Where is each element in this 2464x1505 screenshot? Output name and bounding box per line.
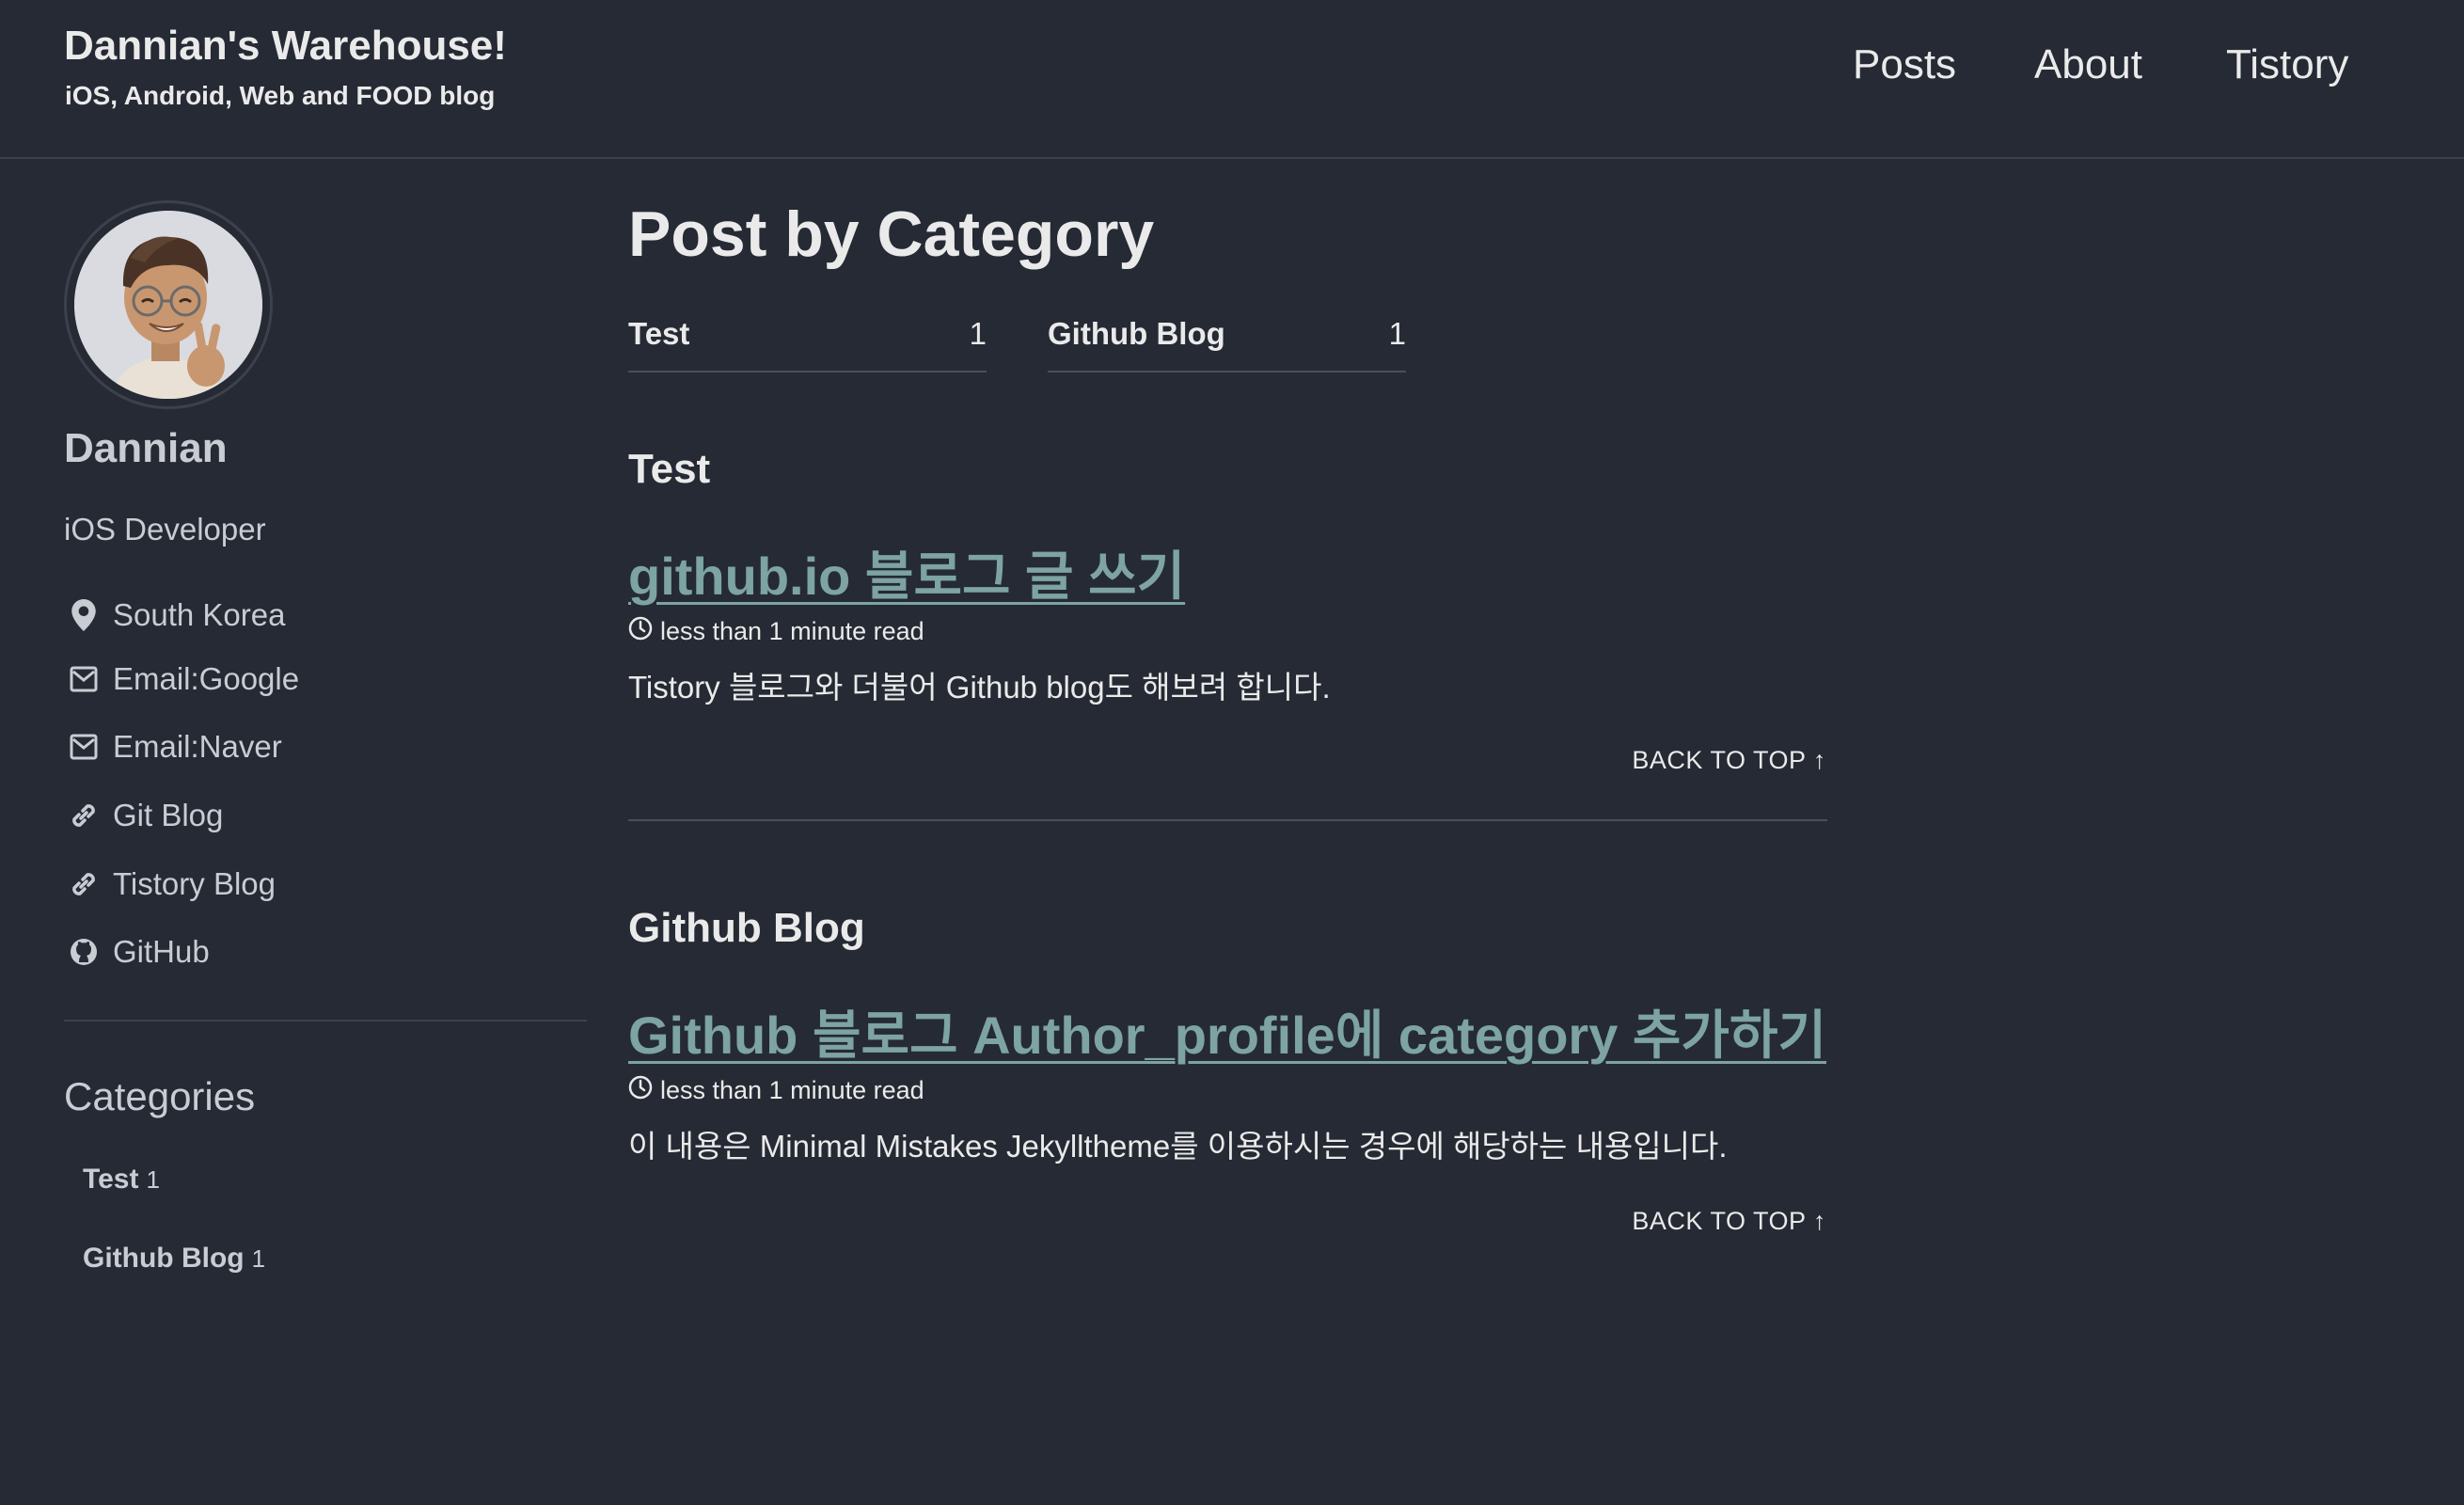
post-meta: less than 1 minute read bbox=[628, 1075, 924, 1106]
post-excerpt: 이 내용은 Minimal Mistakes Jekylltheme를 이용하시… bbox=[628, 1129, 1728, 1164]
github-icon bbox=[66, 934, 102, 970]
avatar bbox=[64, 200, 273, 409]
author-location: South Korea bbox=[66, 594, 285, 636]
taxonomy-count: 1 bbox=[1388, 316, 1406, 351]
author-link-email-naver[interactable]: Email:Naver bbox=[66, 726, 282, 768]
clock-icon bbox=[628, 616, 653, 647]
author-link-tistory-blog[interactable]: Tistory Blog bbox=[66, 863, 276, 905]
memoji-avatar-icon bbox=[74, 211, 262, 399]
sidebar-divider bbox=[64, 1020, 587, 1022]
nav-tistory[interactable]: Tistory bbox=[2226, 41, 2348, 88]
page-title: Post by Category bbox=[628, 198, 1155, 270]
author-link-label: GitHub bbox=[113, 934, 210, 969]
site-subtitle: iOS, Android, Web and FOOD blog bbox=[65, 81, 496, 110]
category-name: Test bbox=[83, 1164, 139, 1195]
taxonomy-name: Github Blog bbox=[1048, 316, 1225, 351]
author-link-git-blog[interactable]: Git Blog bbox=[66, 795, 223, 836]
nav-posts[interactable]: Posts bbox=[1853, 41, 1956, 88]
post-title-link[interactable]: Github 블로그 Author_profile에 category 추가하기 bbox=[628, 993, 1826, 1069]
location-pin-icon bbox=[66, 597, 102, 633]
sidebar-category-github-blog[interactable]: Github Blog 1 bbox=[83, 1243, 265, 1275]
author-link-label: Email:Google bbox=[113, 661, 300, 696]
avatar-image bbox=[74, 211, 262, 399]
author-link-email-google[interactable]: Email:Google bbox=[66, 658, 299, 700]
sidebar-category-test[interactable]: Test 1 bbox=[83, 1164, 160, 1196]
author-link-label: Tistory Blog bbox=[113, 866, 276, 901]
taxonomy-count: 1 bbox=[969, 316, 987, 351]
taxonomy-item-test[interactable]: Test 1 bbox=[628, 316, 987, 372]
back-to-top-link[interactable]: BACK TO TOP ↑ bbox=[1632, 746, 1826, 775]
read-time: less than 1 minute read bbox=[660, 1076, 924, 1104]
masthead: Dannian's Warehouse! iOS, Android, Web a… bbox=[0, 0, 2464, 159]
author-name: Dannian bbox=[64, 425, 228, 471]
email-icon bbox=[66, 661, 102, 697]
read-time: less than 1 minute read bbox=[660, 617, 924, 645]
post-excerpt: Tistory 블로그와 더불어 Github blog도 해보려 합니다. bbox=[628, 670, 1331, 705]
clock-icon bbox=[628, 1075, 653, 1106]
taxonomy-name: Test bbox=[628, 316, 690, 351]
email-icon bbox=[66, 729, 102, 765]
nav-about[interactable]: About bbox=[2034, 41, 2142, 88]
author-location-label: South Korea bbox=[113, 597, 286, 632]
link-icon bbox=[66, 798, 102, 833]
author-bio: iOS Developer bbox=[64, 512, 266, 547]
taxonomy-item-github-blog[interactable]: Github Blog 1 bbox=[1048, 316, 1406, 372]
section-divider bbox=[628, 819, 1827, 821]
category-count: 1 bbox=[146, 1165, 160, 1194]
page: Dannian's Warehouse! iOS, Android, Web a… bbox=[0, 0, 2464, 1505]
category-count: 1 bbox=[251, 1244, 266, 1273]
category-name: Github Blog bbox=[83, 1243, 245, 1274]
back-to-top-link[interactable]: BACK TO TOP ↑ bbox=[1632, 1207, 1826, 1236]
section-title-test: Test bbox=[628, 446, 711, 492]
link-icon bbox=[66, 866, 102, 902]
author-link-label: Git Blog bbox=[113, 798, 224, 832]
categories-title: Categories bbox=[64, 1074, 256, 1118]
section-title-github-blog: Github Blog bbox=[628, 905, 865, 951]
author-link-label: Email:Naver bbox=[113, 729, 282, 764]
site-title[interactable]: Dannian's Warehouse! bbox=[64, 23, 507, 70]
author-link-github[interactable]: GitHub bbox=[66, 931, 210, 973]
post-title-link[interactable]: github.io 블로그 글 쓰기 bbox=[628, 534, 1185, 610]
post-meta: less than 1 minute read bbox=[628, 616, 924, 647]
